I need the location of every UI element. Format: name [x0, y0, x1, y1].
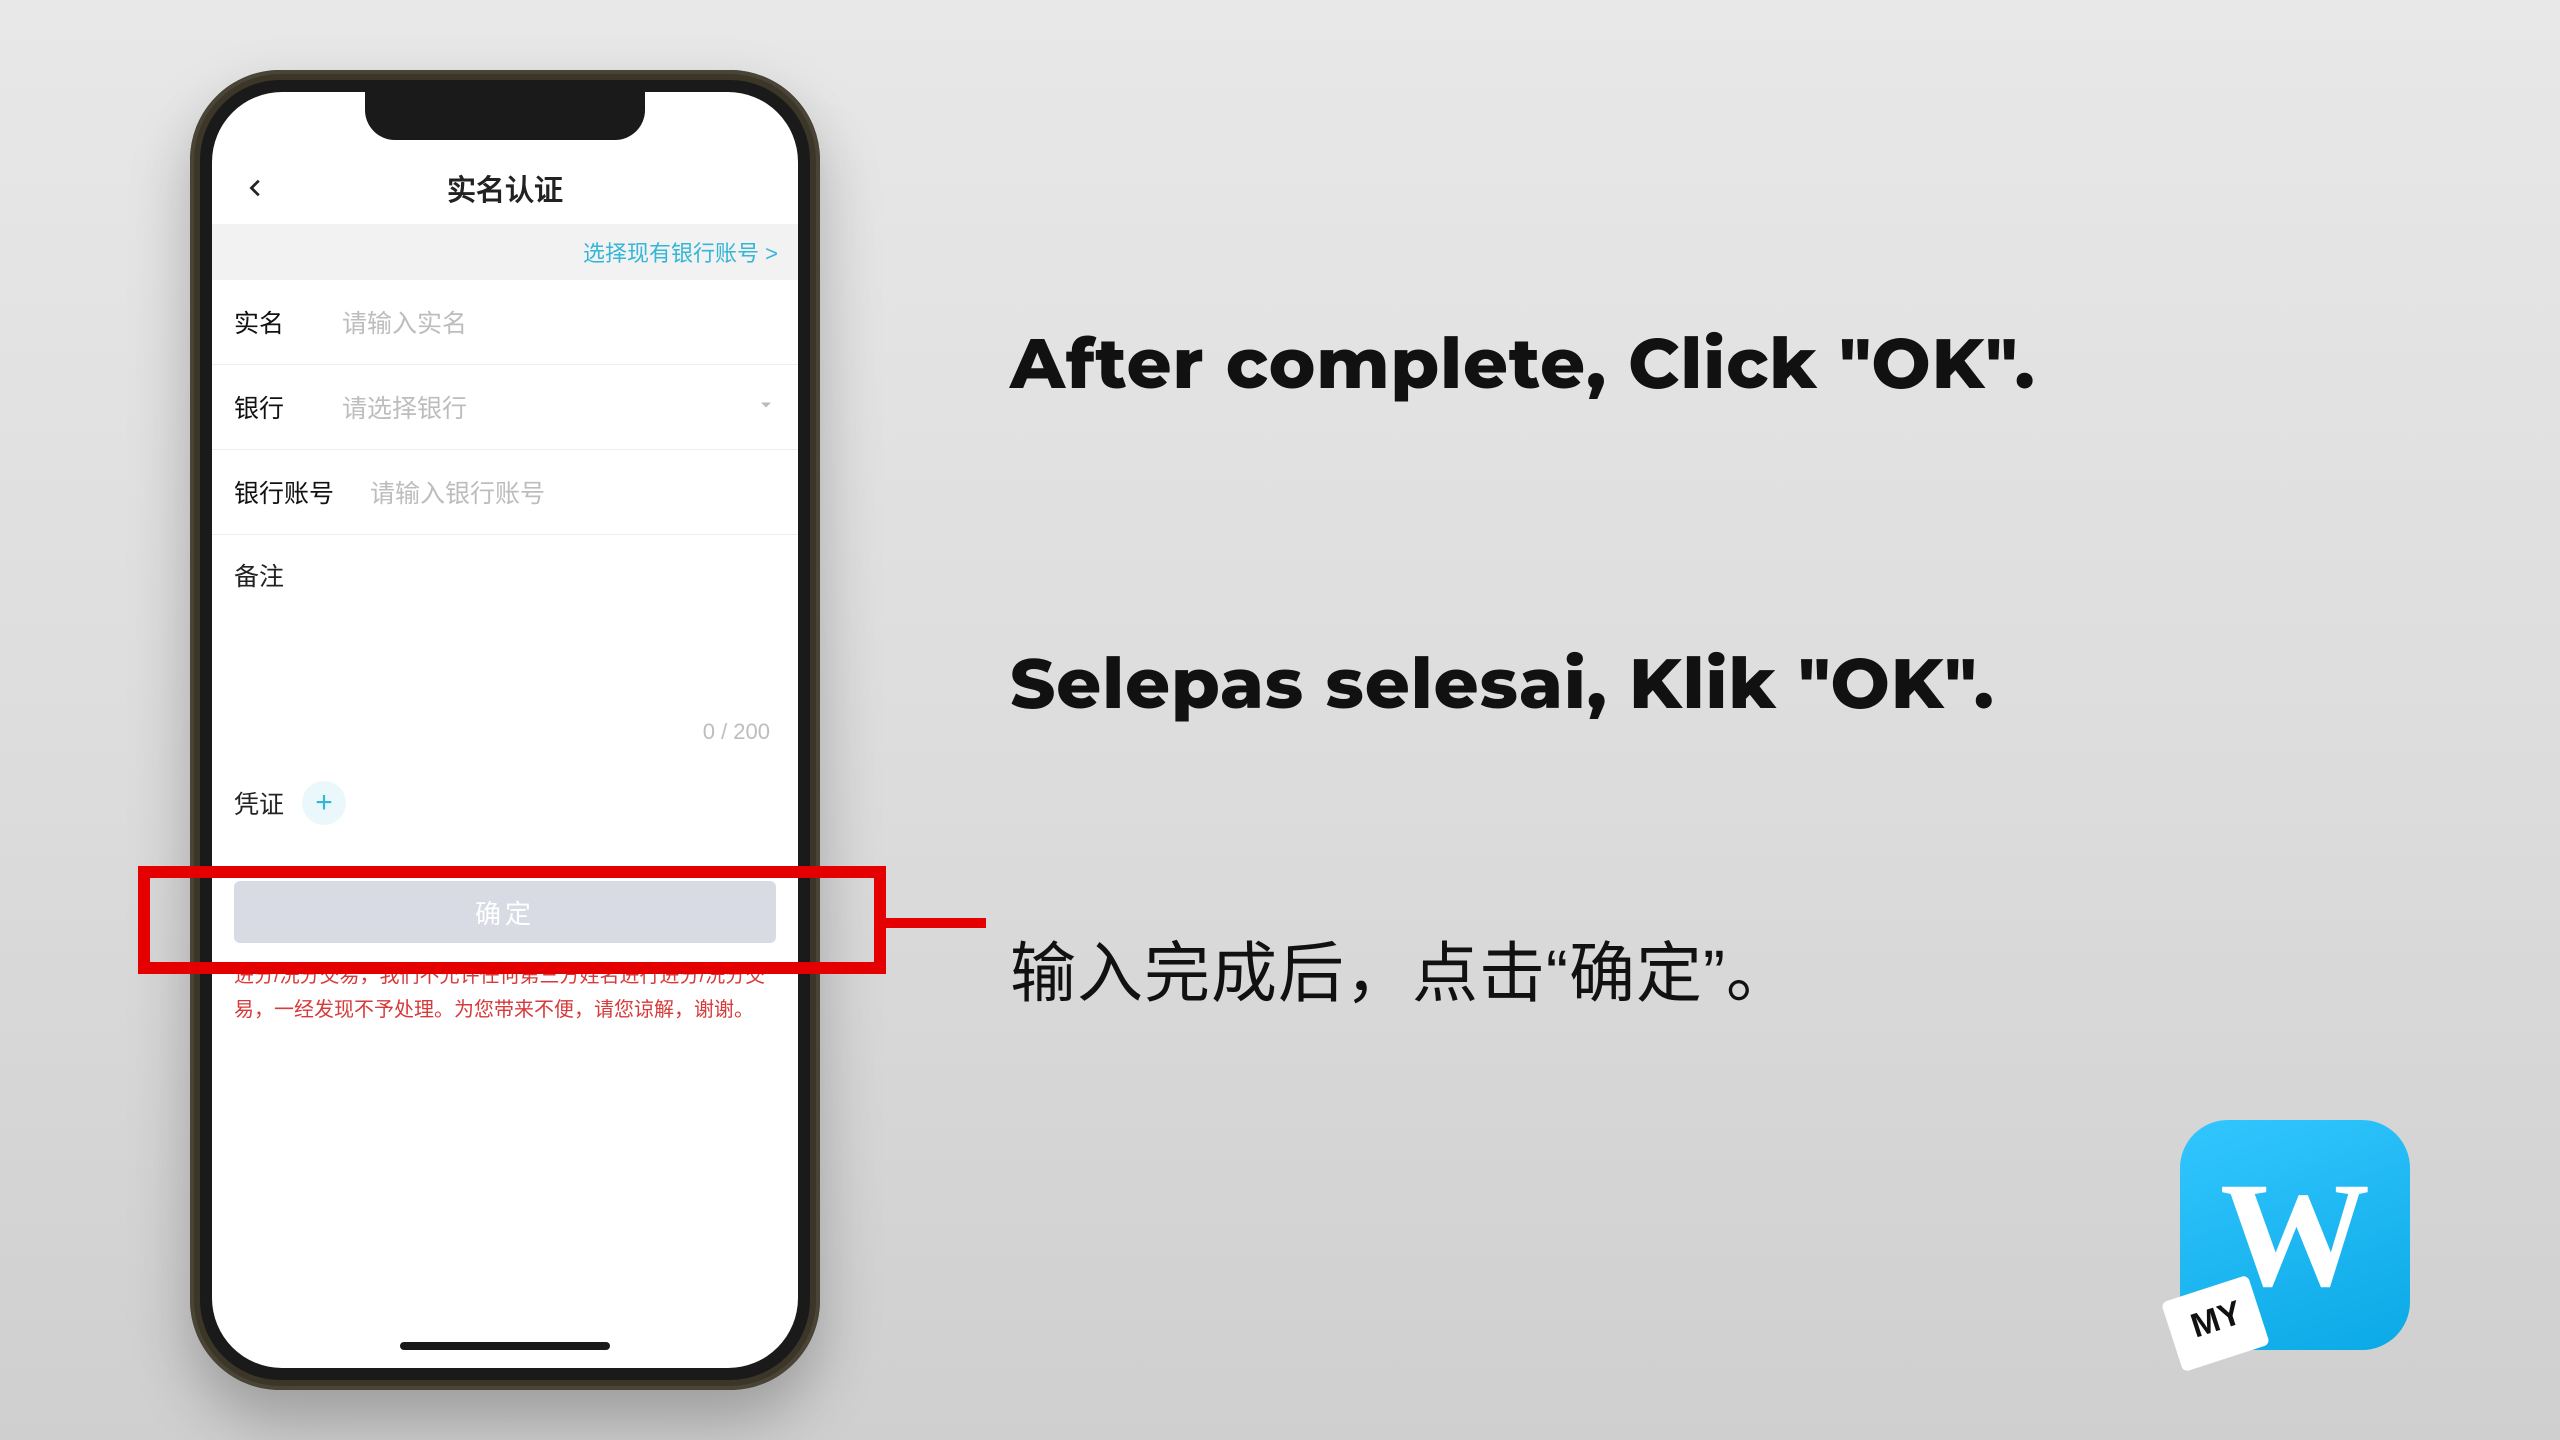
back-button[interactable] [236, 168, 276, 208]
highlight-box [138, 866, 886, 974]
phone-notch [365, 92, 645, 140]
memo-textarea[interactable]: 0 / 200 [234, 601, 776, 751]
select-existing-account-link[interactable]: 选择现有银行账号 > [212, 224, 798, 280]
chevron-left-icon [245, 177, 267, 199]
memo-label: 备注 [234, 563, 284, 591]
phone-mockup: 实名认证 选择现有银行账号 > 实名 请输入实名 银行 请选择银行 银行账号 请… [190, 70, 820, 1390]
app-content: 实名认证 选择现有银行账号 > 实名 请输入实名 银行 请选择银行 银行账号 请… [212, 92, 798, 1368]
memo-row[interactable]: 备注 0 / 200 [212, 535, 798, 751]
realname-row[interactable]: 实名 请输入实名 [212, 280, 798, 365]
add-voucher-button[interactable]: + [302, 781, 346, 825]
chevron-down-icon [756, 395, 776, 415]
highlight-connector [886, 918, 986, 928]
account-label: 银行账号 [234, 474, 354, 510]
plus-icon: + [315, 786, 333, 820]
app-badge: W MY [2180, 1120, 2410, 1350]
titlebar: 实名认证 [212, 152, 798, 224]
bank-placeholder: 请选择银行 [342, 389, 467, 425]
instruction-zh: 输入完成后，点击“确定”。 [1010, 920, 1793, 1016]
dropdown-chevron [756, 393, 776, 422]
account-placeholder: 请输入银行账号 [370, 474, 545, 510]
account-row[interactable]: 银行账号 请输入银行账号 [212, 450, 798, 535]
bank-label: 银行 [234, 389, 326, 425]
voucher-label: 凭证 [234, 785, 284, 821]
realname-label: 实名 [234, 304, 326, 340]
voucher-row: 凭证 + [212, 751, 798, 855]
instruction-ms: Selepas selesai, Klik "OK". [1010, 640, 1995, 726]
realname-placeholder: 请输入实名 [342, 304, 467, 340]
phone-screen: 实名认证 选择现有银行账号 > 实名 请输入实名 银行 请选择银行 银行账号 请… [212, 92, 798, 1368]
home-indicator [400, 1342, 610, 1350]
bank-row[interactable]: 银行 请选择银行 [212, 365, 798, 450]
page-title: 实名认证 [447, 167, 563, 209]
instruction-en: After complete, Click "OK". [1010, 320, 2036, 406]
memo-char-counter: 0 / 200 [703, 719, 770, 745]
